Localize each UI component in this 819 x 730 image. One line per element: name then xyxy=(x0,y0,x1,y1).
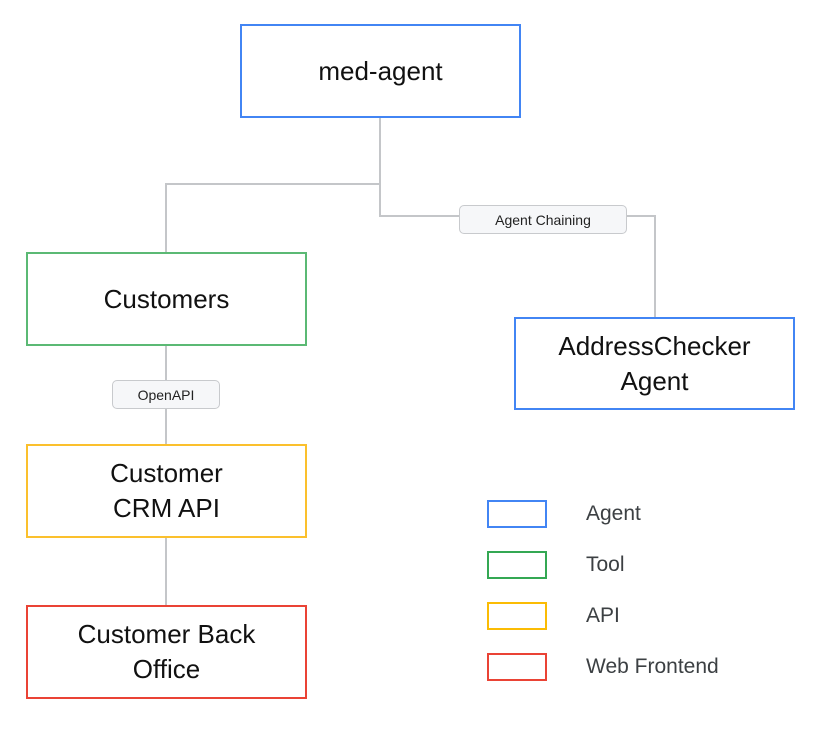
edge-label-openapi: OpenAPI xyxy=(112,380,220,409)
legend-swatch-web-frontend xyxy=(487,653,547,681)
legend-label-web-frontend: Web Frontend xyxy=(586,655,719,678)
legend-label-tool: Tool xyxy=(586,553,625,576)
node-customer-back-office: Customer Back Office xyxy=(26,605,307,699)
legend-label-api: API xyxy=(586,604,620,627)
node-customer-crm-api: Customer CRM API xyxy=(26,444,307,538)
node-med-agent: med-agent xyxy=(240,24,521,118)
legend-label-agent: Agent xyxy=(586,502,641,525)
legend-swatch-api xyxy=(487,602,547,630)
node-address-checker-agent: AddressChecker Agent xyxy=(514,317,795,410)
legend-swatch-tool xyxy=(487,551,547,579)
edge-med-agent-customers xyxy=(165,117,381,252)
edge-med-agent-address-checker xyxy=(379,184,656,317)
edge-label-agent-chaining: Agent Chaining xyxy=(459,205,627,234)
node-customers: Customers xyxy=(26,252,307,346)
legend-swatch-agent xyxy=(487,500,547,528)
